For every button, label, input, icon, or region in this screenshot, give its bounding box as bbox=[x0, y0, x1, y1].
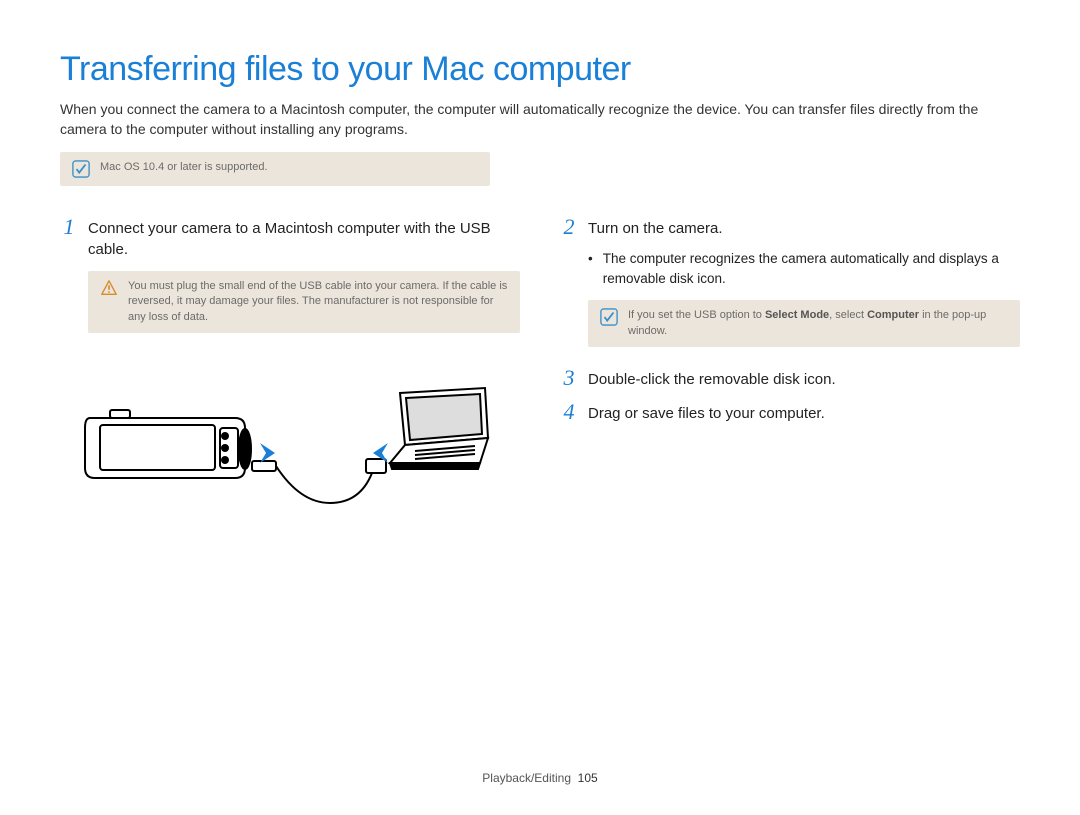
footer-page-number: 105 bbox=[578, 771, 598, 785]
step-text: Connect your camera to a Macintosh compu… bbox=[88, 216, 520, 262]
select-mode-note-text: If you set the USB option to Select Mode… bbox=[628, 308, 1008, 339]
page-footer: Playback/Editing 105 bbox=[60, 771, 1020, 785]
support-note-text: Mac OS 10.4 or later is supported. bbox=[100, 160, 268, 175]
footer-section: Playback/Editing bbox=[482, 771, 571, 785]
usb-warning-text: You must plug the small end of the USB c… bbox=[128, 279, 508, 325]
left-column: 1 Connect your camera to a Macintosh com… bbox=[60, 216, 520, 539]
step-1: 1 Connect your camera to a Macintosh com… bbox=[60, 216, 520, 262]
step-number: 4 bbox=[560, 401, 578, 423]
step-4: 4 Drag or save files to your computer. bbox=[560, 401, 1020, 425]
step-number: 2 bbox=[560, 216, 578, 238]
step-text: Drag or save files to your computer. bbox=[588, 401, 825, 425]
warning-icon bbox=[100, 279, 118, 297]
bullet-dot: • bbox=[588, 249, 593, 288]
step-number: 1 bbox=[60, 216, 78, 238]
page-title: Transferring files to your Mac computer bbox=[60, 50, 1020, 89]
bullet-text: The computer recognizes the camera autom… bbox=[603, 249, 1020, 288]
select-mode-note: If you set the USB option to Select Mode… bbox=[588, 300, 1020, 347]
step-text: Double-click the removable disk icon. bbox=[588, 367, 836, 391]
step-2: 2 Turn on the camera. bbox=[560, 216, 1020, 240]
step-text: Turn on the camera. bbox=[588, 216, 723, 240]
support-note: Mac OS 10.4 or later is supported. bbox=[60, 152, 490, 186]
usb-warning-note: You must plug the small end of the USB c… bbox=[88, 271, 520, 333]
step-number: 3 bbox=[560, 367, 578, 389]
step-2-bullet: • The computer recognizes the camera aut… bbox=[588, 249, 1020, 288]
info-icon bbox=[72, 160, 90, 178]
step-3: 3 Double-click the removable disk icon. bbox=[560, 367, 1020, 391]
info-icon bbox=[600, 308, 618, 326]
camera-laptop-diagram bbox=[70, 363, 490, 538]
intro-paragraph: When you connect the camera to a Macinto… bbox=[60, 99, 1020, 140]
right-column: 2 Turn on the camera. • The computer rec… bbox=[560, 216, 1020, 539]
